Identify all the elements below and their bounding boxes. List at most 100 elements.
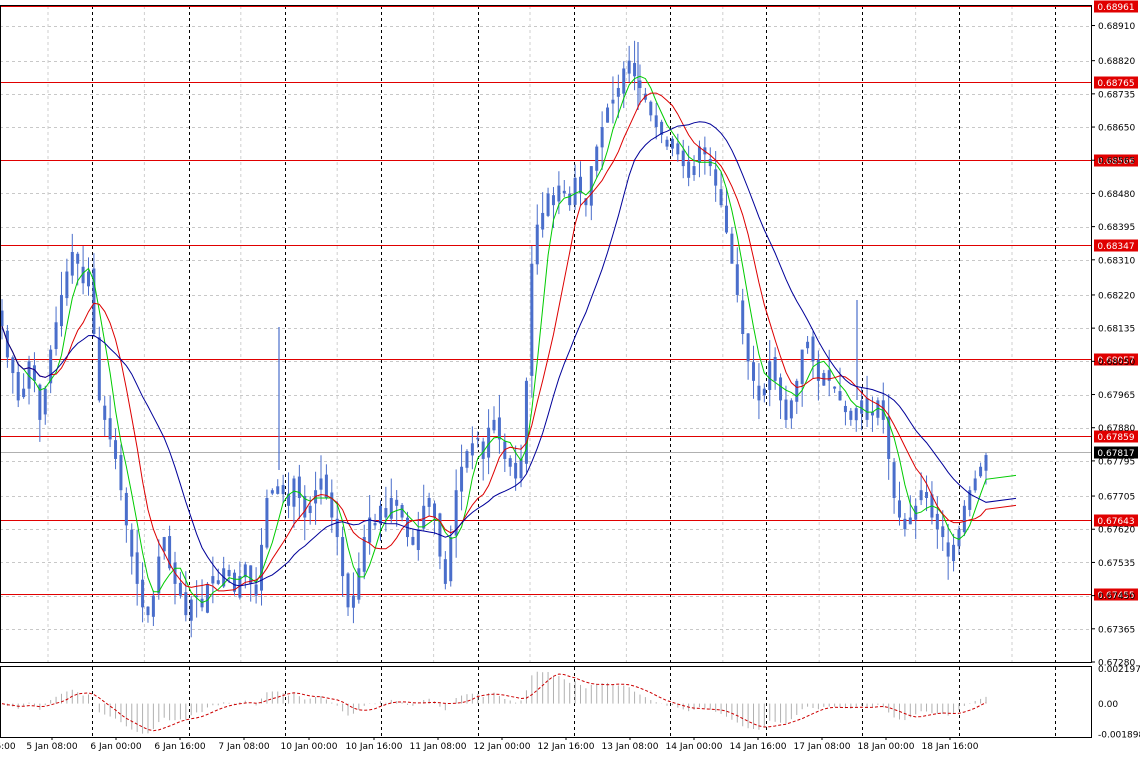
candle-body [957,529,961,547]
candle-body [43,388,47,415]
candle-body [400,505,404,518]
candle-body [335,518,339,538]
candle-body [189,599,193,621]
forex-chart[interactable]: 0.68961 0.68765 0.68566 0.68347 0.68057 0.678… [0,0,1140,757]
price-tick-label: 0.68650 [1098,124,1135,134]
candle-body [130,529,134,557]
price-tick-label: 0.67535 [1098,559,1135,569]
candle-body [508,458,512,467]
candle-body [368,517,372,543]
candle-body [654,115,658,128]
candle-body [897,500,901,518]
candle-body [573,177,577,205]
level-label: 0.67859 [1097,433,1134,443]
candle-body [849,410,853,420]
candle-body [373,522,377,526]
price-tick-label: 0.68395 [1098,223,1135,233]
candle-body [941,526,945,538]
candle-body [11,357,15,374]
candle-body [141,579,145,608]
candle-body [308,505,312,514]
candle-body [357,568,361,600]
candle-body [908,517,912,525]
time-tick-label: 4 Jan 16:00 [0,742,16,752]
candle-body [984,455,988,471]
candle-body [833,386,837,389]
candle-body [600,127,604,148]
candle-body [114,440,118,459]
time-tick-label: 10 Jan 00:00 [281,742,338,752]
price-tick-label: 0.67365 [1098,625,1135,635]
candle-body [146,606,150,616]
candle-body [697,146,701,163]
candle-body [611,99,615,104]
candle-body [735,264,739,295]
candle-body [681,150,685,167]
candle-body [119,454,123,491]
price-tick-label: 0.68910 [1098,22,1135,32]
candle-body [622,68,626,94]
candle-body [32,365,36,381]
osc-tick-label: -0.001898 [1098,730,1140,740]
candle-body [919,490,923,501]
candle-body [752,362,756,381]
candle-body [806,341,810,349]
level-label: 0.68765 [1097,79,1134,89]
candle-body [384,508,388,518]
chart-canvas[interactable]: 0.689610.687650.685660.683470.680570.678… [0,0,1140,757]
candle-body [595,146,599,171]
candle-body [979,466,983,477]
candle-body [903,518,907,530]
candle-body [97,337,101,401]
candle-body [124,492,128,526]
time-tick-label: 5 Jan 08:00 [26,742,78,752]
candle-body [22,388,26,398]
level-label: 0.68961 [1097,3,1134,13]
candle-body [254,584,258,596]
candle-body [76,253,80,264]
candle-body [692,166,696,175]
price-tick-label: 0.67705 [1098,493,1135,503]
candle-body [497,417,501,440]
candle-body [730,233,734,264]
time-tick-label: 18 Jan 16:00 [922,742,979,752]
candle-body [422,505,426,529]
price-tick-label: 0.68480 [1098,190,1135,200]
candle-body [389,498,393,519]
time-tick-label: 17 Jan 08:00 [794,742,851,752]
candle-body [768,361,772,390]
candle-body [946,542,950,557]
candle-body [973,478,977,491]
candle-body [935,513,939,530]
candle-body [362,537,366,572]
candle-body [260,544,264,591]
candle-body [714,169,718,186]
candle-body [519,458,523,479]
candle-body [281,485,285,495]
candle-body [395,499,399,506]
candle-body [789,400,793,419]
candle-body [108,418,112,440]
candle-body [627,60,631,74]
candle-body [606,107,610,123]
candle-body [449,537,453,582]
level-label: 0.68347 [1097,242,1134,252]
candle-body [589,166,593,206]
candle-body [59,294,63,327]
candle-body [227,569,231,577]
candle-body [551,195,555,206]
candle-body [649,101,653,116]
candle-body [135,552,139,584]
candle-body [530,263,534,376]
candle-body [665,139,669,147]
candle-body [741,300,745,334]
candle-body [925,492,929,498]
candle-body [687,161,691,178]
candle-body [65,271,69,299]
time-tick-label: 11 Jan 08:00 [410,742,467,752]
price-tick-label: 0.68050 [1098,358,1135,368]
candle-body [341,537,345,577]
candle-body [746,333,750,362]
time-tick-label: 13 Jan 08:00 [602,742,659,752]
time-tick-label: 12 Jan 16:00 [538,742,595,752]
